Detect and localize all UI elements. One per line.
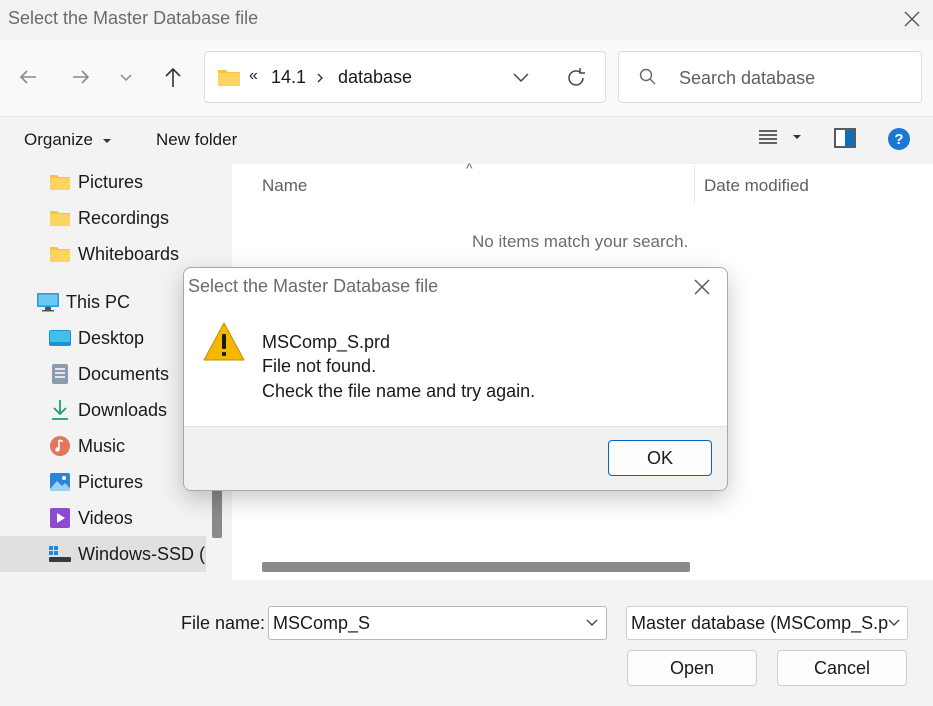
help-icon: ?: [888, 128, 910, 150]
videos-icon: [50, 508, 70, 528]
caret-down-icon: [793, 135, 801, 139]
sidebar-item-label: Documents: [78, 363, 170, 384]
address-bar[interactable]: « 14.1 database: [204, 51, 606, 103]
sort-ascending-icon: ^: [466, 160, 473, 176]
sidebar-item-label: Windows-SSD (C: [78, 543, 219, 564]
preview-pane-icon: [834, 128, 856, 148]
preview-pane-button[interactable]: [834, 128, 856, 153]
column-header-name[interactable]: Name: [262, 176, 307, 196]
ok-button[interactable]: OK: [608, 440, 712, 476]
horizontal-scrollbar-thumb[interactable]: [262, 562, 690, 572]
forward-button[interactable]: [63, 59, 99, 95]
organize-menu[interactable]: Organize: [24, 130, 112, 150]
chevron-down-icon: [888, 619, 900, 626]
breadcrumb-item-14-1[interactable]: 14.1: [271, 67, 306, 88]
breadcrumb-item-database[interactable]: database: [338, 67, 412, 88]
file-type-select[interactable]: Master database (MSComp_S.p: [626, 606, 908, 640]
column-header-date-modified[interactable]: Date modified: [704, 176, 809, 196]
breadcrumb-overflow[interactable]: «: [249, 67, 258, 85]
sidebar-item-label: Whiteboards: [78, 243, 180, 264]
folder-icon: [50, 247, 70, 262]
sidebar-item-label: Pictures: [78, 471, 144, 492]
close-icon: [694, 279, 710, 295]
music-icon: [50, 436, 70, 456]
sidebar-item-windows-ssd[interactable]: Windows-SSD (C: [48, 536, 218, 572]
sidebar-item-label: Music: [78, 435, 126, 456]
list-view-icon: [759, 130, 777, 144]
documents-icon: [52, 364, 68, 384]
empty-message: No items match your search.: [472, 232, 689, 251]
warning-icon: [203, 322, 245, 361]
arrow-up-icon: [165, 67, 181, 87]
sidebar-item-whiteboards[interactable]: Whiteboards: [48, 236, 179, 272]
computer-icon: [37, 293, 59, 312]
footer: [0, 580, 933, 706]
close-icon: [904, 11, 920, 27]
pictures-icon: [50, 473, 70, 491]
file-name-input[interactable]: MSComp_S: [268, 606, 607, 640]
dialog-message-error: File not found.: [262, 356, 377, 376]
recent-locations-button[interactable]: [108, 59, 144, 95]
sidebar-item-label: Pictures: [78, 171, 144, 192]
sidebar-item-pictures-quick[interactable]: Pictures: [48, 164, 143, 200]
cancel-button[interactable]: Cancel: [777, 650, 907, 686]
sidebar-item-downloads[interactable]: Downloads: [48, 392, 167, 428]
sidebar-item-label: This PC: [66, 291, 131, 312]
file-type-value: Master database (MSComp_S.p: [631, 613, 889, 633]
open-button[interactable]: Open: [627, 650, 757, 686]
sidebar-item-label: Recordings: [78, 207, 170, 228]
dialog-close-button[interactable]: [686, 272, 718, 302]
sidebar-item-pictures[interactable]: Pictures: [48, 464, 143, 500]
back-button[interactable]: [10, 59, 46, 95]
folder-icon: [50, 211, 70, 226]
drive-icon: [49, 546, 71, 562]
arrow-left-icon: [19, 70, 36, 84]
search-icon: [639, 68, 656, 85]
file-name-value: MSComp_S: [273, 613, 371, 633]
close-button[interactable]: [896, 4, 928, 34]
download-icon: [52, 400, 68, 420]
search-placeholder: Search database: [679, 68, 816, 88]
chevron-right-icon: [317, 73, 323, 83]
column-divider[interactable]: [694, 166, 695, 204]
search-box[interactable]: Search database: [618, 51, 922, 103]
sidebar-item-desktop[interactable]: Desktop: [48, 320, 144, 356]
help-button[interactable]: ?: [887, 127, 911, 156]
error-dialog: Select the Master Database file MSComp_S…: [183, 267, 728, 491]
sidebar-item-videos[interactable]: Videos: [48, 500, 133, 536]
desktop-icon: [49, 330, 71, 346]
arrow-right-icon: [73, 70, 90, 84]
window-title: Select the Master Database file: [8, 8, 259, 28]
new-folder-button[interactable]: New folder: [156, 130, 237, 150]
folder-icon: [50, 175, 70, 190]
sidebar-item-label: Downloads: [78, 399, 168, 420]
sidebar-item-label: Videos: [78, 507, 133, 528]
dialog-message-hint: Check the file name and try again.: [262, 381, 536, 401]
folder-icon: [218, 70, 240, 86]
file-name-label: File name:: [181, 613, 266, 633]
up-button[interactable]: [155, 59, 191, 95]
chevron-down-icon: [120, 74, 132, 82]
chevron-down-icon[interactable]: [585, 617, 599, 629]
sidebar-item-label: Desktop: [78, 327, 145, 348]
chevron-down-icon[interactable]: [511, 70, 531, 86]
sidebar-item-music[interactable]: Music: [48, 428, 125, 464]
sidebar-scrollbar-thumb[interactable]: [212, 490, 222, 538]
caret-down-icon: [102, 138, 111, 143]
view-options-button[interactable]: [758, 128, 802, 146]
dialog-message-filename: MSComp_S.prd: [262, 332, 391, 352]
sidebar-item-this-pc[interactable]: This PC: [36, 284, 130, 320]
svg-text:?: ?: [894, 131, 903, 148]
refresh-icon[interactable]: [565, 67, 587, 89]
sidebar-item-documents[interactable]: Documents: [48, 356, 169, 392]
dialog-title: Select the Master Database file: [188, 276, 439, 296]
organize-label: Organize: [24, 130, 93, 149]
sidebar-item-recordings[interactable]: Recordings: [48, 200, 169, 236]
